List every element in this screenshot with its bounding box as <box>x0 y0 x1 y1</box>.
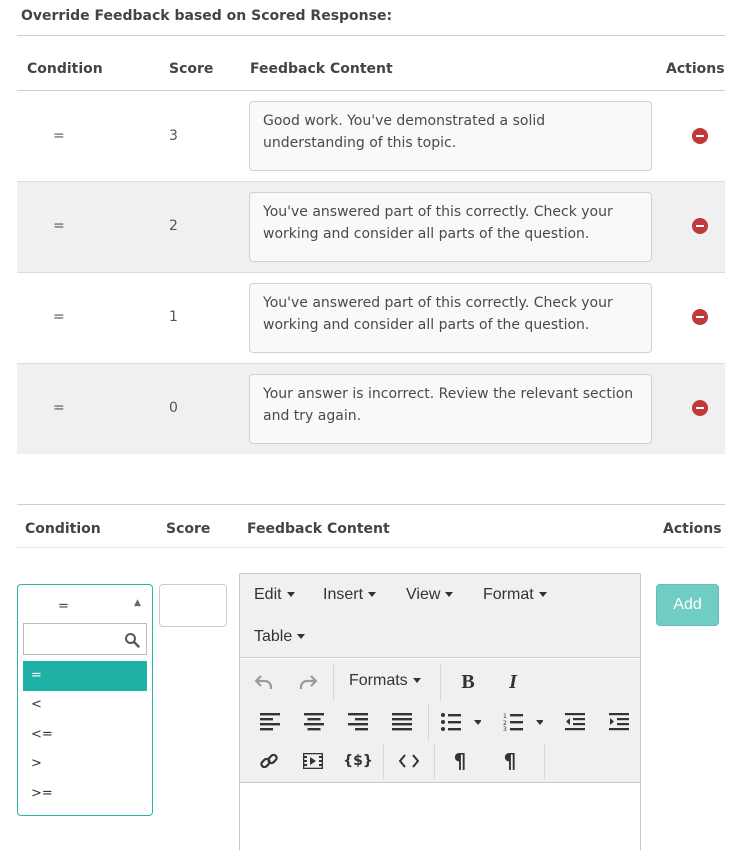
form-header-feedback: Feedback Content <box>247 521 390 537</box>
condition-option[interactable]: < <box>23 690 147 720</box>
align-center-icon[interactable] <box>296 704 332 740</box>
condition-option[interactable]: <= <box>23 720 147 750</box>
toolbar-separator <box>333 664 334 700</box>
caret-down-icon <box>538 592 547 598</box>
header-score: Score <box>169 61 214 77</box>
row-condition: = <box>53 400 65 416</box>
undo-icon[interactable] <box>246 664 282 700</box>
menu-insert[interactable]: Insert <box>323 586 377 604</box>
section-title: Override Feedback based on Scored Respon… <box>21 8 393 24</box>
row-condition: = <box>53 218 65 234</box>
row-condition: = <box>53 309 65 325</box>
form-divider <box>17 504 725 505</box>
menu-view-label: View <box>406 586 441 603</box>
editor-toolbar: Formats B I 123 {$} ¶ ¶ <box>240 659 640 783</box>
row-score: 0 <box>169 400 178 416</box>
condition-search-field[interactable] <box>28 625 120 653</box>
editor-menubar: Edit Insert View Format Table <box>240 574 640 658</box>
caret-down-icon <box>297 634 306 640</box>
table-row: = 2 You've answered part of this correct… <box>17 182 725 273</box>
score-input[interactable] <box>159 584 227 627</box>
add-button[interactable]: Add <box>656 584 719 626</box>
search-icon <box>125 633 140 648</box>
toolbar-separator <box>383 743 384 779</box>
row-condition: = <box>53 128 65 144</box>
redo-icon[interactable] <box>290 664 326 700</box>
bold-icon[interactable]: B <box>450 664 486 700</box>
condition-select-value[interactable]: = <box>58 599 69 614</box>
ltr-direction-icon[interactable]: ¶ <box>442 743 478 779</box>
formats-label: Formats <box>349 672 408 689</box>
condition-option[interactable]: >= <box>23 779 147 809</box>
caret-down-icon <box>368 592 377 598</box>
feedback-content[interactable]: Your answer is incorrect. Review the rel… <box>249 374 652 444</box>
feedback-content[interactable]: You've answered part of this correctly. … <box>249 283 652 353</box>
toolbar-separator <box>440 664 441 700</box>
svg-text:3: 3 <box>503 726 507 731</box>
menu-edit-label: Edit <box>254 586 282 603</box>
title-divider <box>17 35 725 36</box>
menu-table[interactable]: Table <box>254 628 306 646</box>
rtl-direction-icon[interactable]: ¶ <box>492 743 528 779</box>
table-row: = 3 Good work. You've demonstrated a sol… <box>17 91 725 182</box>
template-icon[interactable]: {$} <box>340 743 376 779</box>
form-header-divider <box>17 547 725 548</box>
numbered-list-icon[interactable]: 123 <box>498 704 548 740</box>
row-score: 1 <box>169 309 178 325</box>
remove-row-icon[interactable] <box>692 218 708 234</box>
remove-row-icon[interactable] <box>692 128 708 144</box>
align-justify-icon[interactable] <box>384 704 420 740</box>
caret-down-icon <box>286 592 295 598</box>
header-condition: Condition <box>27 61 103 77</box>
svg-text:1: 1 <box>503 713 507 720</box>
menu-table-label: Table <box>254 628 293 645</box>
row-score: 3 <box>169 128 178 144</box>
feedback-content[interactable]: Good work. You've demonstrated a solid u… <box>249 101 652 171</box>
menu-edit[interactable]: Edit <box>254 586 295 604</box>
code-icon[interactable] <box>391 743 427 779</box>
header-actions: Actions <box>666 61 725 77</box>
align-left-icon[interactable] <box>252 704 288 740</box>
italic-icon[interactable]: I <box>495 664 531 700</box>
remove-row-icon[interactable] <box>692 309 708 325</box>
align-right-icon[interactable] <box>340 704 376 740</box>
media-icon[interactable] <box>295 743 331 779</box>
caret-down-icon <box>445 592 454 598</box>
remove-row-icon[interactable] <box>692 400 708 416</box>
form-header-score: Score <box>166 521 211 537</box>
chevron-up-icon[interactable]: ▲ <box>134 598 141 608</box>
menu-view[interactable]: View <box>406 586 454 604</box>
caret-down-icon <box>412 678 421 684</box>
toolbar-separator <box>428 704 429 740</box>
toolbar-separator <box>434 743 435 779</box>
table-row: = 0 Your answer is incorrect. Review the… <box>17 364 725 454</box>
condition-option[interactable]: > <box>23 749 147 779</box>
link-icon[interactable] <box>251 743 287 779</box>
menu-format[interactable]: Format <box>483 586 547 604</box>
bullet-list-icon[interactable] <box>436 704 486 740</box>
table-row: = 1 You've answered part of this correct… <box>17 273 725 364</box>
menu-insert-label: Insert <box>323 586 364 603</box>
condition-search-input[interactable] <box>23 623 147 655</box>
menu-format-label: Format <box>483 586 534 603</box>
toolbar-separator <box>544 743 545 779</box>
outdent-icon[interactable] <box>557 704 593 740</box>
form-header-condition: Condition <box>25 521 101 537</box>
indent-icon[interactable] <box>601 704 637 740</box>
row-score: 2 <box>169 218 178 234</box>
formats-dropdown[interactable]: Formats <box>349 672 421 690</box>
condition-option[interactable]: = <box>23 661 147 691</box>
header-feedback: Feedback Content <box>250 61 393 77</box>
feedback-content[interactable]: You've answered part of this correctly. … <box>249 192 652 262</box>
form-header-actions: Actions <box>663 521 722 537</box>
